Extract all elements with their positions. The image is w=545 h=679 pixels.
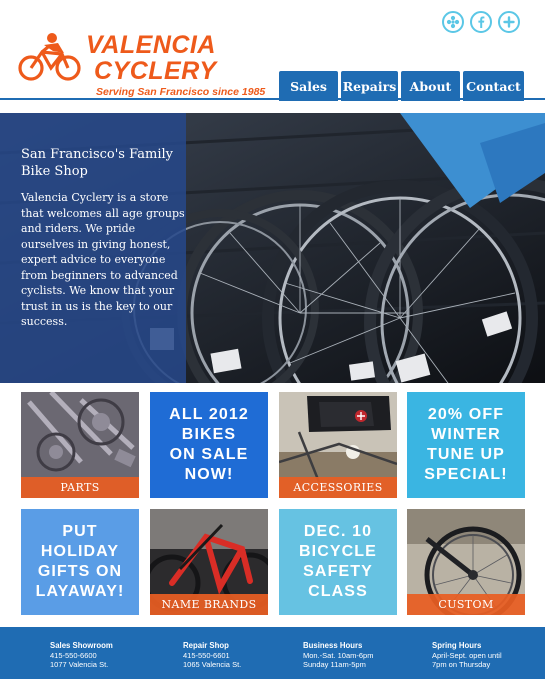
tile-layaway[interactable]: PUT HOLIDAY GIFTS ON LAYAWAY! (21, 509, 139, 615)
footer-line: 1065 Valencia St. (183, 660, 242, 669)
footer-spring-hours: Spring Hours April-Sept. open until 7pm … (432, 641, 502, 670)
tile-parts[interactable]: PARTS (21, 392, 139, 498)
hero-description: Valencia Cyclery is a store that welcome… (21, 191, 185, 328)
logo[interactable]: VALENCIA CYCLERY Serving San Francisco s… (18, 30, 268, 102)
tile-safety-class-text: DEC. 10 BICYCLE SAFETY CLASS (299, 523, 377, 600)
footer-line: 1077 Valencia St. (50, 660, 109, 669)
footer-line: Sunday 11am-5pm (303, 660, 366, 669)
nav-repairs[interactable]: Repairs (341, 71, 398, 101)
footer-line: 415-550-6600 (50, 650, 97, 660)
brand-name-line1: VALENCIA (86, 31, 216, 59)
footer-line: April-Sept. open until (432, 650, 502, 660)
tile-custom[interactable]: CUSTOM (407, 509, 525, 615)
footer-business-hours: Business Hours Mon.-Sat. 10am-6pm Sunday… (303, 641, 373, 670)
footer-line: 415-550-6601 (183, 650, 230, 660)
footer: Sales Showroom 415-550-6600 1077 Valenci… (0, 627, 545, 679)
brand-tagline: Serving San Francisco since 1985 (96, 86, 266, 98)
social-link-flower[interactable] (442, 11, 464, 33)
plus-icon (503, 16, 515, 28)
footer-line: Mon.-Sat. 10am-6pm (303, 650, 374, 660)
tile-safety-class[interactable]: DEC. 10 BICYCLE SAFETY CLASS (279, 509, 397, 615)
tile-accessories[interactable]: ACCESSORIES (279, 392, 397, 498)
tile-accessories-caption: ACCESSORIES (279, 477, 397, 498)
footer-heading: Spring Hours (432, 641, 482, 650)
hero-banner: San Francisco's Family Bike Shop Valenci… (0, 113, 545, 383)
tile-name-brands-caption: NAME BRANDS (150, 594, 268, 615)
tile-layaway-text: PUT HOLIDAY GIFTS ON LAYAWAY! (35, 523, 125, 600)
social-link-facebook[interactable] (470, 11, 492, 33)
footer-heading: Business Hours (303, 641, 363, 650)
brand-name-line2: CYCLERY (94, 57, 217, 85)
footer-repair-shop: Repair Shop 415-550-6601 1065 Valencia S… (183, 641, 241, 670)
flower-icon (446, 15, 460, 29)
cyclist-logo-icon (18, 33, 81, 81)
hero-heading: San Francisco's Family Bike Shop (21, 147, 173, 179)
hero-text-panel: San Francisco's Family Bike Shop Valenci… (0, 113, 186, 383)
footer-sales-showroom: Sales Showroom 415-550-6600 1077 Valenci… (50, 641, 113, 670)
nav-about[interactable]: About (401, 71, 460, 101)
footer-line: 7pm on Thursday (432, 660, 491, 669)
tile-name-brands[interactable]: NAME BRANDS (150, 509, 268, 615)
tile-tune-up[interactable]: 20% OFF WINTER TUNE UP SPECIAL! (407, 392, 525, 498)
nav-sales[interactable]: Sales (279, 71, 338, 101)
facebook-icon (478, 16, 485, 28)
tile-bikes-sale[interactable]: ALL 2012 BIKES ON SALE NOW! (150, 392, 268, 498)
tile-parts-caption: PARTS (21, 477, 139, 498)
footer-heading: Repair Shop (183, 641, 229, 650)
social-link-plus[interactable] (498, 11, 520, 33)
tile-custom-caption: CUSTOM (407, 594, 525, 615)
footer-heading: Sales Showroom (50, 641, 113, 650)
tile-tune-up-text: 20% OFF WINTER TUNE UP SPECIAL! (424, 406, 508, 483)
tile-bikes-sale-text: ALL 2012 BIKES ON SALE NOW! (169, 406, 249, 483)
nav-contact[interactable]: Contact (463, 71, 524, 101)
